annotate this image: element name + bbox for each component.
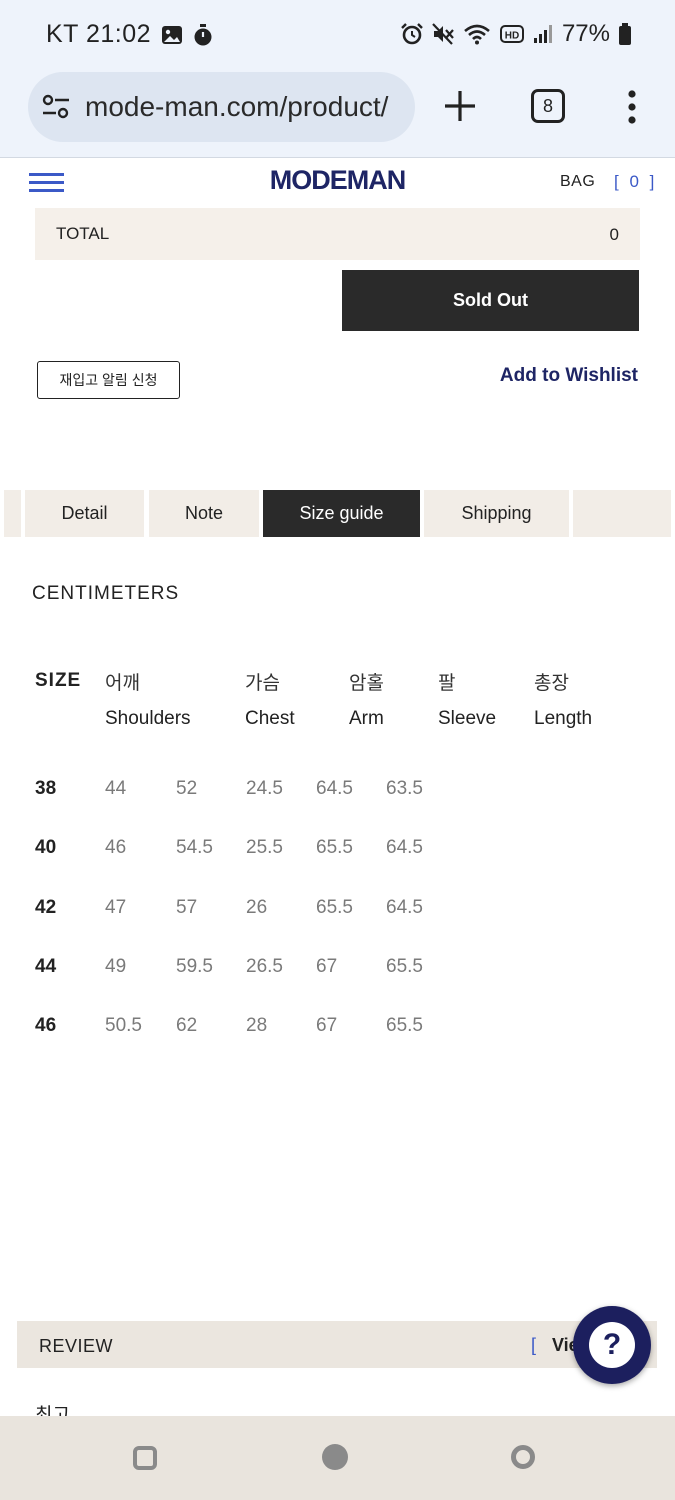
table-cell: 44	[105, 778, 127, 799]
site-settings-icon[interactable]	[42, 94, 70, 120]
add-to-wishlist-link[interactable]: Add to Wishlist	[500, 365, 638, 387]
table-cell: 52	[176, 778, 198, 799]
size-unit-label: CENTIMETERS	[32, 583, 180, 604]
bag-count[interactable]: [ 0 ]	[614, 172, 657, 192]
table-cell: 50.5	[105, 1015, 142, 1036]
url-text[interactable]: mode-man.com/product/	[85, 91, 388, 123]
total-value: 0	[609, 225, 619, 244]
table-cell: 24.5	[246, 778, 283, 799]
column-header-en: Shoulders	[105, 708, 191, 729]
table-cell: 64.5	[386, 837, 423, 858]
table-cell: 47	[105, 897, 127, 918]
browser-toolbar: mode-man.com/product/ 8	[0, 68, 675, 158]
image-icon	[162, 25, 183, 44]
tab-shipping[interactable]: Shipping	[424, 490, 569, 537]
product-tabs: Detail Note Size guide Shipping	[0, 490, 675, 537]
table-cell: 28	[246, 1015, 268, 1036]
table-cell: 54.5	[176, 837, 213, 858]
table-cell: 49	[105, 956, 127, 977]
tab-size-guide[interactable]: Size guide	[263, 490, 420, 537]
table-cell: 67	[316, 956, 338, 977]
bag-link[interactable]: BAG	[560, 173, 595, 191]
more-menu-icon[interactable]	[621, 89, 643, 125]
site-header: MODEMAN BAG [ 0 ]	[0, 158, 675, 206]
column-header-en: Arm	[349, 708, 384, 729]
column-header-kr: 가슴	[245, 673, 280, 694]
table-row-size: 38	[35, 778, 57, 799]
home-icon[interactable]	[322, 1444, 348, 1470]
column-header-kr: 총장	[534, 673, 569, 694]
table-cell: 25.5	[246, 837, 283, 858]
review-bracket: [	[531, 1335, 537, 1355]
wifi-icon	[464, 24, 490, 45]
column-header-en: Length	[534, 708, 593, 729]
tab-note[interactable]: Note	[149, 490, 259, 537]
table-cell: 46	[105, 837, 127, 858]
timer-icon	[194, 23, 212, 45]
column-header-en: Sleeve	[438, 708, 497, 729]
table-cell: 62	[176, 1015, 198, 1036]
review-label: REVIEW	[39, 1336, 114, 1356]
new-tab-plus-icon[interactable]	[440, 86, 480, 126]
table-cell: 65.5	[386, 1015, 423, 1036]
tab-detail[interactable]: Detail	[25, 490, 144, 537]
review-section-header[interactable]: REVIEW [ Vie	[17, 1321, 657, 1368]
carrier-label: KT 21:02	[46, 20, 152, 48]
table-cell: 65.5	[316, 837, 353, 858]
battery-percent: 77%	[561, 20, 610, 47]
table-row-size: 42	[35, 897, 57, 918]
total-row: TOTAL 0	[35, 208, 640, 260]
mute-icon	[432, 23, 454, 45]
tab-prev-partial[interactable]	[4, 490, 21, 537]
table-row-size: 44	[35, 956, 57, 977]
column-header-kr: 암홀	[349, 673, 384, 694]
size-header: SIZE	[35, 670, 82, 691]
system-nav-bar	[0, 1416, 675, 1500]
battery-icon	[619, 23, 631, 45]
total-label: TOTAL	[56, 224, 110, 243]
tab-switcher-button[interactable]: 8	[531, 89, 565, 123]
recent-apps-icon[interactable]	[133, 1446, 157, 1470]
table-row-size: 40	[35, 837, 57, 858]
table-cell: 57	[176, 897, 198, 918]
question-icon: ?	[589, 1322, 635, 1368]
table-cell: 63.5	[386, 778, 423, 799]
svg-text:HD: HD	[505, 31, 519, 42]
url-bar[interactable]: mode-man.com/product/	[28, 72, 415, 142]
hd-icon: HD	[499, 25, 524, 43]
column-header-en: Chest	[245, 708, 295, 729]
back-icon[interactable]	[511, 1445, 535, 1469]
status-bar: KT 21:02 HD 77%	[0, 0, 675, 68]
clock: 21:02	[85, 20, 152, 48]
table-cell: 59.5	[176, 956, 213, 977]
table-cell: 67	[316, 1015, 338, 1036]
review-snippet: 최고	[35, 1405, 70, 1416]
table-cell: 65.5	[386, 956, 423, 977]
table-cell: 26	[246, 897, 268, 918]
sold-out-button[interactable]: Sold Out	[342, 270, 639, 331]
help-chat-button[interactable]: ?	[573, 1306, 651, 1384]
table-row-size: 46	[35, 1015, 57, 1036]
alarm-icon	[401, 23, 423, 45]
column-header-kr: 어깨	[105, 673, 140, 694]
column-header-kr: 팔	[438, 673, 456, 694]
table-cell: 65.5	[316, 897, 353, 918]
table-cell: 26.5	[246, 956, 283, 977]
restock-alert-button[interactable]: 재입고 알림 신청	[37, 361, 180, 399]
table-cell: 64.5	[386, 897, 423, 918]
table-cell: 64.5	[316, 778, 353, 799]
signal-icon	[533, 25, 552, 43]
tab-next-partial[interactable]	[573, 490, 671, 537]
